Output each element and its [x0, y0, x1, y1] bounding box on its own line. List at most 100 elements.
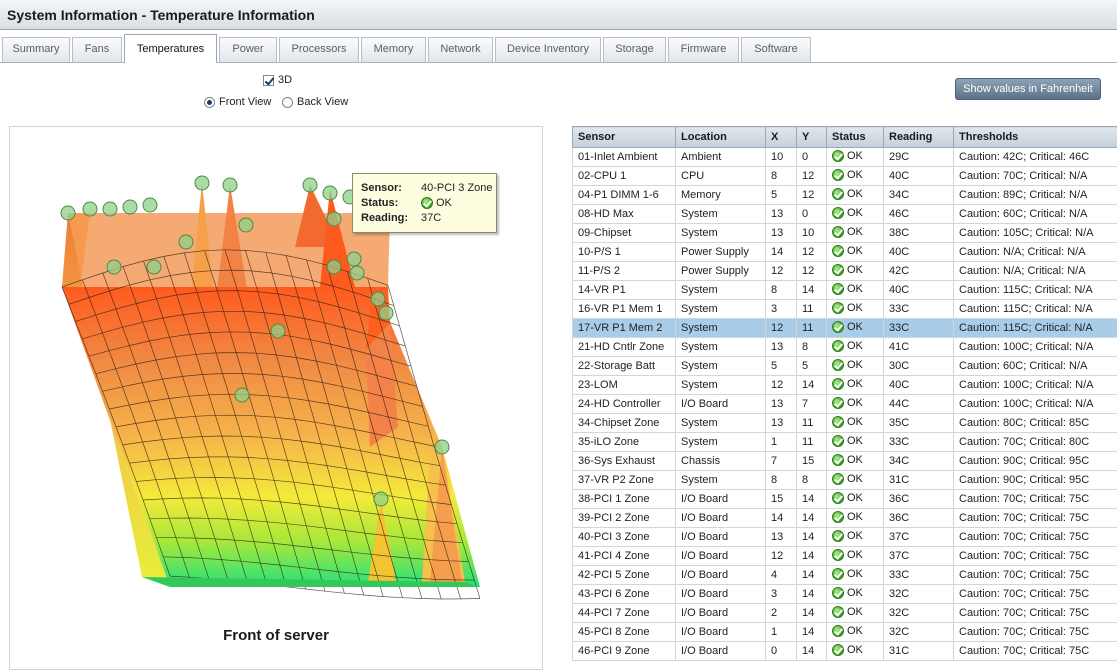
table-row[interactable]: 17-VR P1 Mem 2 System 12 11 OK 33C Caution: 11…	[572, 318, 1117, 338]
tab-network[interactable]: Network	[428, 37, 493, 62]
column-header-reading[interactable]: Reading	[883, 126, 954, 148]
sensor-marker[interactable]	[302, 177, 318, 193]
table-row[interactable]: 14-VR P1 System 8 14 OK 40C Caution: 115C; Cri…	[572, 280, 1117, 300]
cell-thresholds: Caution: 90C; Critical: 95C	[953, 470, 1117, 490]
cell-thresholds: Caution: 70C; Critical: 75C	[953, 584, 1117, 604]
table-row[interactable]: 24-HD Controller I/O Board 13 7 OK 44C Caution…	[572, 394, 1117, 414]
sensor-marker[interactable]	[194, 175, 210, 191]
sensor-marker[interactable]	[122, 199, 138, 215]
table-row[interactable]: 01-Inlet Ambient Ambient 10 0 OK 29C Caution: …	[572, 147, 1117, 167]
table-row[interactable]: 36-Sys Exhaust Chassis 7 15 OK 34C Caution: 90…	[572, 451, 1117, 471]
table-row[interactable]: 42-PCI 5 Zone I/O Board 4 14 OK 33C Caution: 7…	[572, 565, 1117, 585]
cell-x: 10	[765, 147, 797, 167]
table-row[interactable]: 16-VR P1 Mem 1 System 3 11 OK 33C Caution: 115…	[572, 299, 1117, 319]
cell-y: 12	[796, 261, 827, 281]
sensor-marker[interactable]	[234, 387, 250, 403]
cell-x: 13	[765, 223, 797, 243]
show-fahrenheit-button[interactable]: Show values in Fahrenheit	[955, 78, 1101, 100]
cell-sensor: 40-PCI 3 Zone	[572, 527, 676, 547]
tab-temperatures[interactable]: Temperatures	[124, 34, 217, 63]
cell-y: 14	[796, 603, 827, 623]
sensor-marker[interactable]	[102, 201, 118, 217]
column-header-location[interactable]: Location	[675, 126, 766, 148]
status-text: OK	[847, 529, 863, 542]
cell-thresholds: Caution: 42C; Critical: 46C	[953, 147, 1117, 167]
table-row[interactable]: 04-P1 DIMM 1-6 Memory 5 12 OK 34C Caution: 89C…	[572, 185, 1117, 205]
table-row[interactable]: 02-CPU 1 CPU 8 12 OK 40C Caution: 70C; Critica…	[572, 166, 1117, 186]
sensor-marker[interactable]	[373, 491, 389, 507]
cell-y: 15	[796, 451, 827, 471]
sensor-marker[interactable]	[222, 177, 238, 193]
sensor-marker[interactable]	[322, 185, 338, 201]
cell-status: OK	[826, 280, 884, 300]
table-row[interactable]: 38-PCI 1 Zone I/O Board 15 14 OK 36C Caution: …	[572, 489, 1117, 509]
cell-sensor: 08-HD Max	[572, 204, 676, 224]
table-row[interactable]: 10-P/S 1 Power Supply 14 12 OK 40C Caution: N/…	[572, 242, 1117, 262]
sensor-marker[interactable]	[346, 251, 362, 267]
column-header-sensor[interactable]: Sensor	[572, 126, 676, 148]
cell-x: 8	[765, 166, 797, 186]
tab-memory[interactable]: Memory	[361, 37, 426, 62]
sensor-marker[interactable]	[378, 305, 394, 321]
table-row[interactable]: 35-iLO Zone System 1 11 OK 33C Caution: 70C; C…	[572, 432, 1117, 452]
sensor-marker[interactable]	[142, 197, 158, 213]
column-header-x[interactable]: X	[765, 126, 797, 148]
sensor-marker[interactable]	[238, 217, 254, 233]
back-view-option[interactable]: Back View	[282, 96, 348, 108]
sensor-marker[interactable]	[82, 201, 98, 217]
table-row[interactable]: 11-P/S 2 Power Supply 12 12 OK 42C Caution: N/…	[572, 261, 1117, 281]
table-row[interactable]: 40-PCI 3 Zone I/O Board 13 14 OK 37C Caution: …	[572, 527, 1117, 547]
column-header-y[interactable]: Y	[796, 126, 827, 148]
cell-thresholds: Caution: 70C; Critical: 75C	[953, 603, 1117, 623]
three-d-option[interactable]: 3D	[263, 74, 292, 86]
sensor-marker[interactable]	[370, 291, 386, 307]
sensor-marker[interactable]	[270, 323, 286, 339]
cell-location: I/O Board	[675, 565, 766, 585]
cell-status: OK	[826, 185, 884, 205]
back-view-radio[interactable]	[282, 96, 293, 108]
table-row[interactable]: 34-Chipset Zone System 13 11 OK 35C Caution: 8…	[572, 413, 1117, 433]
table-row[interactable]: 41-PCI 4 Zone I/O Board 12 14 OK 37C Caution: …	[572, 546, 1117, 566]
title-bar: System Information - Temperature Informa…	[0, 0, 1117, 30]
table-row[interactable]: 37-VR P2 Zone System 8 8 OK 31C Caution: 90C; …	[572, 470, 1117, 490]
sensor-marker[interactable]	[349, 265, 365, 281]
ok-status-icon	[832, 225, 844, 238]
cell-thresholds: Caution: 105C; Critical: N/A	[953, 223, 1117, 243]
table-row[interactable]: 23-LOM System 12 14 OK 40C Caution: 100C; Crit…	[572, 375, 1117, 395]
table-row[interactable]: 22-Storage Batt System 5 5 OK 30C Caution: 60C…	[572, 356, 1117, 376]
table-row[interactable]: 44-PCI 7 Zone I/O Board 2 14 OK 32C Caution: 7…	[572, 603, 1117, 623]
cell-y: 12	[796, 166, 827, 186]
table-row[interactable]: 39-PCI 2 Zone I/O Board 14 14 OK 36C Caution: …	[572, 508, 1117, 528]
tab-fans[interactable]: Fans	[72, 37, 122, 62]
tab-device-inventory[interactable]: Device Inventory	[495, 37, 601, 62]
sensor-marker[interactable]	[326, 211, 342, 227]
table-row[interactable]: 21-HD Cntlr Zone System 13 8 OK 41C Caution: 1…	[572, 337, 1117, 357]
tab-software[interactable]: Software	[741, 37, 811, 62]
column-header-status[interactable]: Status	[826, 126, 884, 148]
column-header-thresholds[interactable]: Thresholds	[953, 126, 1117, 148]
sensor-marker[interactable]	[60, 205, 76, 221]
tooltip-sensor-value: 40-PCI 3 Zone	[421, 181, 493, 194]
front-view-radio[interactable]	[204, 96, 215, 108]
ok-status-icon	[832, 548, 844, 561]
tab-processors[interactable]: Processors	[279, 37, 359, 62]
front-view-option[interactable]: Front View	[204, 96, 271, 108]
tab-power[interactable]: Power	[219, 37, 277, 62]
table-row[interactable]: 45-PCI 8 Zone I/O Board 1 14 OK 32C Caution: 7…	[572, 622, 1117, 642]
tab-firmware[interactable]: Firmware	[668, 37, 739, 62]
three-d-checkbox[interactable]	[263, 74, 274, 86]
table-row[interactable]: 43-PCI 6 Zone I/O Board 3 14 OK 32C Caution: 7…	[572, 584, 1117, 604]
table-row[interactable]: 46-PCI 9 Zone I/O Board 0 14 OK 31C Caution: 7…	[572, 641, 1117, 661]
sensor-marker[interactable]	[178, 234, 194, 250]
sensor-marker[interactable]	[434, 439, 450, 455]
cell-location: Power Supply	[675, 261, 766, 281]
sensor-marker[interactable]	[146, 259, 162, 275]
table-row[interactable]: 08-HD Max System 13 0 OK 46C Caution: 60C; Cri…	[572, 204, 1117, 224]
ok-status-icon	[832, 301, 844, 314]
tab-summary[interactable]: Summary	[2, 37, 70, 62]
sensor-marker[interactable]	[106, 259, 122, 275]
tab-storage[interactable]: Storage	[603, 37, 666, 62]
table-row[interactable]: 09-Chipset System 13 10 OK 38C Caution: 105C; …	[572, 223, 1117, 243]
sensor-marker[interactable]	[326, 259, 342, 275]
status-text: OK	[847, 396, 863, 409]
